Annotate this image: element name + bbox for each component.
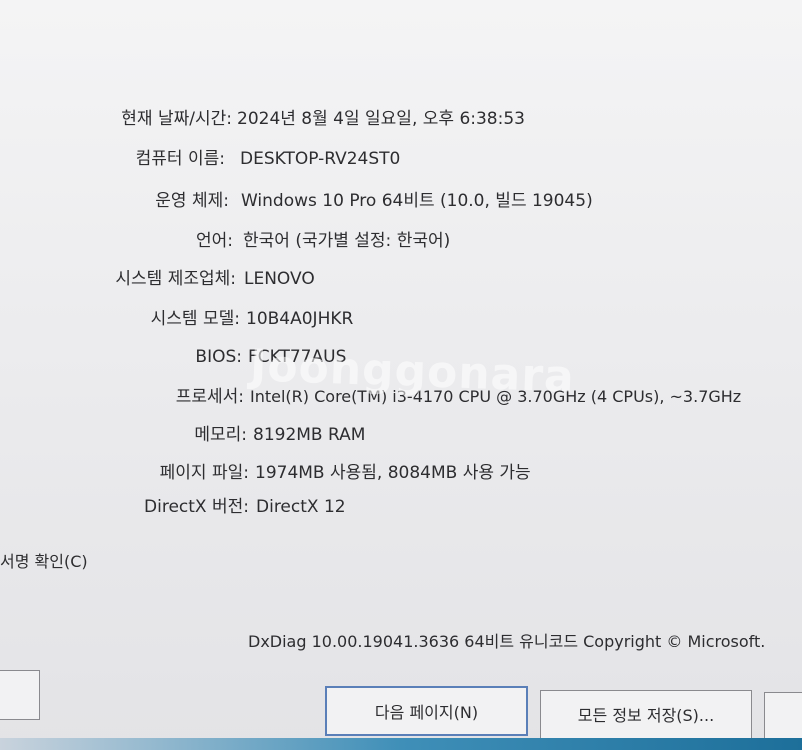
info-value: LENOVO: [244, 269, 315, 289]
taskbar-strip: [0, 738, 802, 750]
info-row-page-file: 페이지 파일: 1974MB 사용됨, 8084MB 사용 가능: [0, 458, 802, 488]
info-value: 1974MB 사용됨, 8084MB 사용 가능: [255, 463, 531, 483]
info-label: 프로세서:: [175, 387, 244, 407]
info-value: Windows 10 Pro 64비트 (10.0, 빌드 19045): [241, 191, 593, 211]
info-row-directx: DirectX 버전: DirectX 12: [0, 492, 802, 522]
info-label: 운영 체제:: [155, 191, 229, 211]
info-value: 한국어 (국가별 설정: 한국어): [243, 231, 451, 251]
info-row-bios: BIOS: FCKT77AUS: [0, 342, 802, 372]
info-value: DESKTOP-RV24ST0: [240, 149, 401, 169]
info-value: 2024년 8월 4일 일요일, 오후 6:38:53: [237, 109, 525, 129]
info-row-model: 시스템 모델: 10B4A0JHKR: [0, 304, 802, 334]
signature-check-label[interactable]: 서명 확인(C): [0, 552, 88, 571]
info-row-os: 운영 체제: Windows 10 Pro 64비트 (10.0, 빌드 190…: [0, 186, 802, 216]
info-row-language: 언어: 한국어 (국가별 설정: 한국어): [0, 226, 802, 256]
info-row-processor: 프로세서: Intel(R) Core(TM) i3-4170 CPU @ 3.…: [0, 382, 802, 412]
info-label: 언어:: [195, 231, 233, 251]
info-value: 8192MB RAM: [253, 425, 366, 445]
info-label: BIOS:: [195, 347, 242, 367]
info-value: 10B4A0JHKR: [246, 309, 354, 329]
info-label: 페이지 파일:: [159, 463, 249, 483]
info-value: Intel(R) Core(TM) i3-4170 CPU @ 3.70GHz …: [250, 387, 742, 406]
info-row-datetime: 현재 날짜/시간: 2024년 8월 4일 일요일, 오후 6:38:53: [0, 104, 802, 134]
save-all-info-label: 모든 정보 저장(S)...: [577, 706, 715, 725]
next-page-label: 다음 페이지(N): [374, 703, 479, 722]
next-page-button[interactable]: 다음 페이지(N): [325, 686, 528, 736]
info-label: 시스템 모델:: [150, 309, 240, 329]
save-all-info-button[interactable]: 모든 정보 저장(S)...: [540, 690, 752, 740]
signature-check-option[interactable]: 서명 확인(C): [0, 550, 88, 574]
info-label: 현재 날짜/시간:: [121, 109, 232, 129]
version-copyright-text: DxDiag 10.00.19041.3636 64비트 유니코드 Copyri…: [248, 632, 766, 651]
info-row-memory: 메모리: 8192MB RAM: [0, 420, 802, 450]
info-label: DirectX 버전:: [144, 497, 249, 517]
info-label: 메모리:: [194, 425, 247, 445]
dxdiag-window: 현재 날짜/시간: 2024년 8월 4일 일요일, 오후 6:38:53 컴퓨…: [0, 0, 802, 750]
info-value: DirectX 12: [256, 497, 346, 517]
info-label: 컴퓨터 이름:: [135, 149, 225, 169]
help-button-partial[interactable]: [0, 670, 40, 720]
info-row-manufacturer: 시스템 제조업체: LENOVO: [0, 264, 802, 294]
info-label: 시스템 제조업체:: [115, 269, 236, 289]
info-row-computer-name: 컴퓨터 이름: DESKTOP-RV24ST0: [0, 144, 802, 174]
exit-button-partial[interactable]: [764, 692, 802, 742]
info-value: FCKT77AUS: [248, 347, 347, 367]
